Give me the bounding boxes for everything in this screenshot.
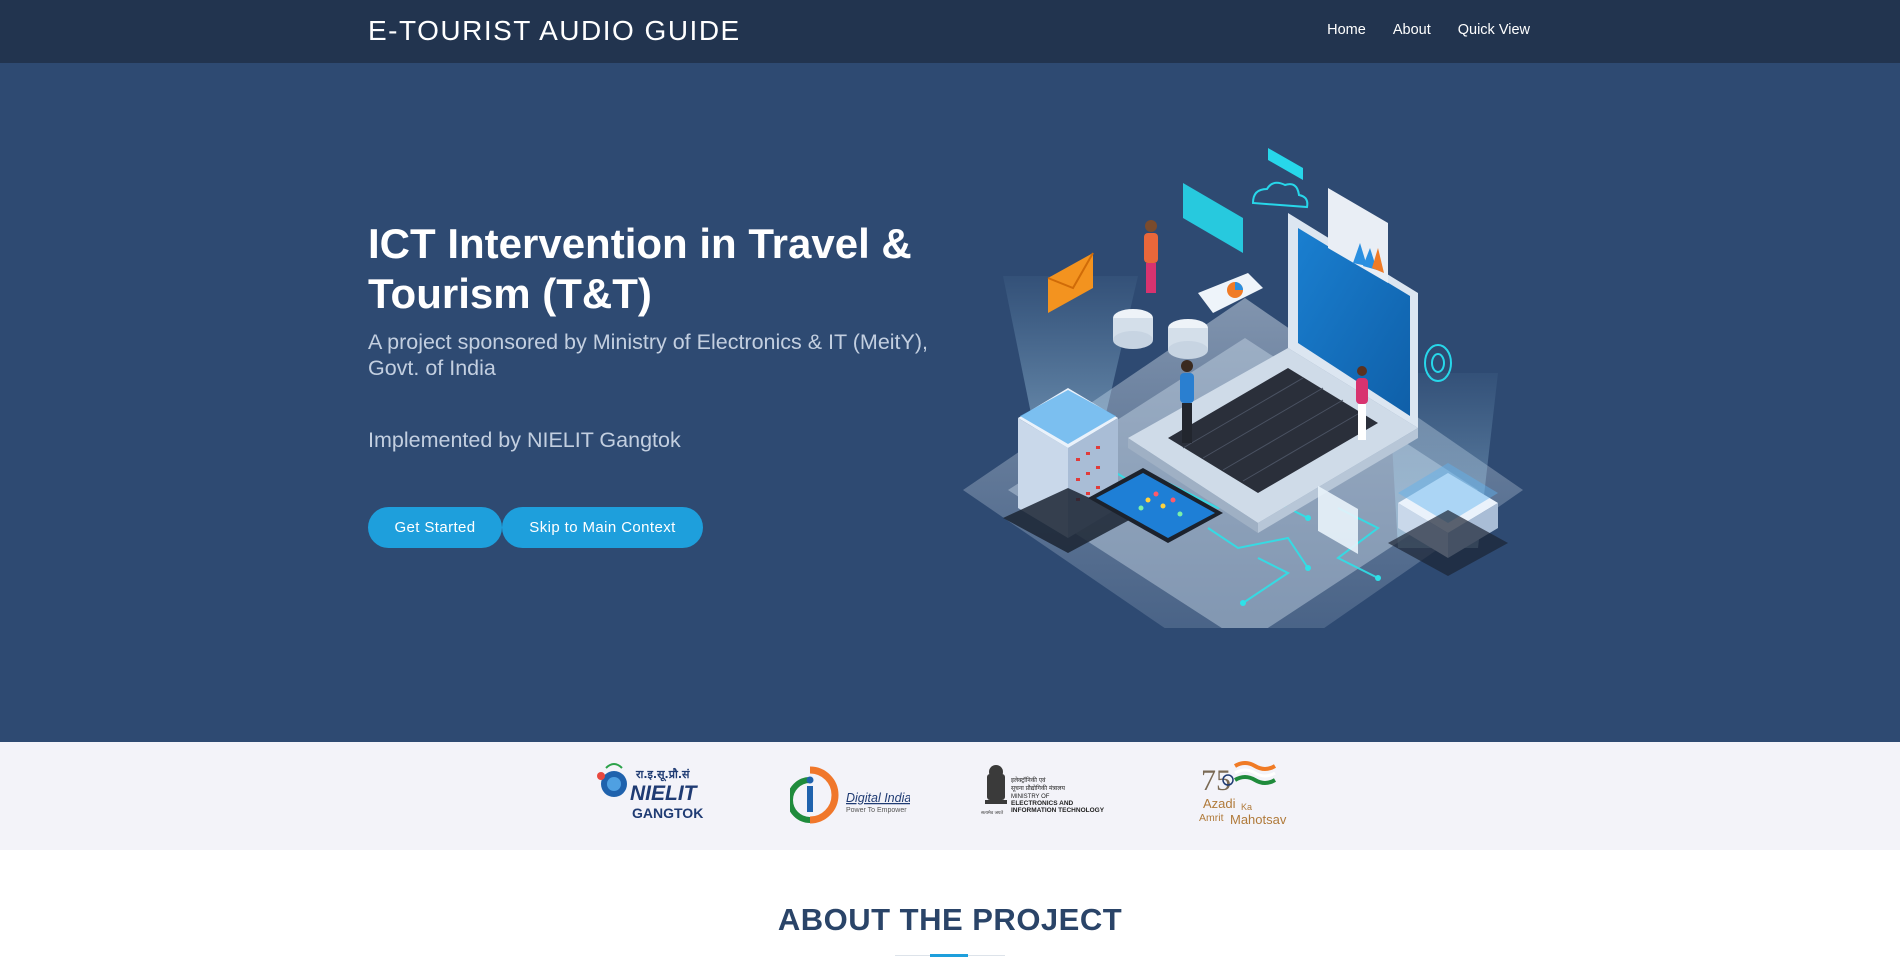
- hero-implemented-by: Implemented by NIELIT Gangtok: [368, 428, 681, 452]
- meity-line-3: INFORMATION TECHNOLOGY: [1011, 807, 1105, 814]
- digital-india-name: Digital India: [846, 791, 910, 805]
- isometric-laptop-illustration: [963, 148, 1523, 628]
- azadi-mahotsav: Mahotsav: [1230, 812, 1287, 827]
- national-emblem-icon: सत्यमेव जयते इलेक्ट्रॉनिकी एवं सूचना प्र…: [981, 765, 1105, 816]
- nielit-hindi: रा.इ.सू.प्रौ.सं: [635, 767, 690, 782]
- navbar: E-TOURIST AUDIO GUIDE Home About Quick V…: [0, 0, 1900, 63]
- partner-logos-strip: रा.इ.सू.प्रौ.सं NIELIT GANGTOK Digital I…: [0, 742, 1900, 850]
- azadi-word: Azadi: [1203, 796, 1236, 811]
- nav-quick-view[interactable]: Quick View: [1458, 20, 1530, 40]
- get-started-button[interactable]: Get Started: [368, 507, 502, 548]
- digital-india-icon: Digital India Power To Empower: [787, 766, 911, 824]
- azadi-ka: Ka: [1241, 802, 1252, 812]
- about-section-title: ABOUT THE PROJECT: [777, 902, 1123, 937]
- meity-hindi-2: सूचना प्रौद्योगिकी मंत्रालय: [1011, 784, 1065, 792]
- nielit-name: NIELIT: [630, 782, 699, 805]
- hero-section: ICT Intervention in Travel & Tourism (T&…: [0, 63, 1900, 742]
- hero-title: ICT Intervention in Travel & Tourism (T&…: [368, 220, 912, 317]
- about-divider-accent: [930, 954, 968, 957]
- azadi-75-icon: 75 Azadi Ka Amrit Mahotsav: [1199, 761, 1287, 827]
- nav-home[interactable]: Home: [1327, 20, 1366, 40]
- nielit-emblem-icon: रा.इ.सू.प्रौ.सं NIELIT GANGTOK: [597, 763, 703, 821]
- brand-title[interactable]: E-TOURIST AUDIO GUIDE: [368, 14, 741, 48]
- nav-about[interactable]: About: [1393, 20, 1431, 40]
- emblem-motto: सत्यमेव जयते: [981, 809, 1004, 816]
- azadi-amrit: Amrit: [1199, 812, 1224, 824]
- nielit-city: GANGTOK: [632, 805, 703, 821]
- digital-india-tagline: Power To Empower: [846, 807, 907, 814]
- main-nav: Home About Quick View: [1300, 20, 1530, 40]
- meity-hindi-1: इलेक्ट्रॉनिकी एवं: [1011, 776, 1046, 784]
- digital-india-logo: Digital India Power To Empower: [787, 742, 911, 850]
- hero-subtitle: A project sponsored by Ministry of Elect…: [368, 330, 928, 380]
- meity-line-2: ELECTRONICS AND: [1011, 800, 1074, 807]
- azadi-ka-amrit-mahotsav-logo: 75 Azadi Ka Amrit Mahotsav: [1195, 742, 1305, 850]
- skip-to-main-button[interactable]: Skip to Main Context: [502, 507, 703, 548]
- azadi-75: 75: [1201, 764, 1231, 797]
- meity-logo: सत्यमेव जयते इलेक्ट्रॉनिकी एवं सूचना प्र…: [975, 742, 1125, 850]
- nielit-logo: रा.इ.सू.प्रौ.सं NIELIT GANGTOK: [592, 742, 712, 850]
